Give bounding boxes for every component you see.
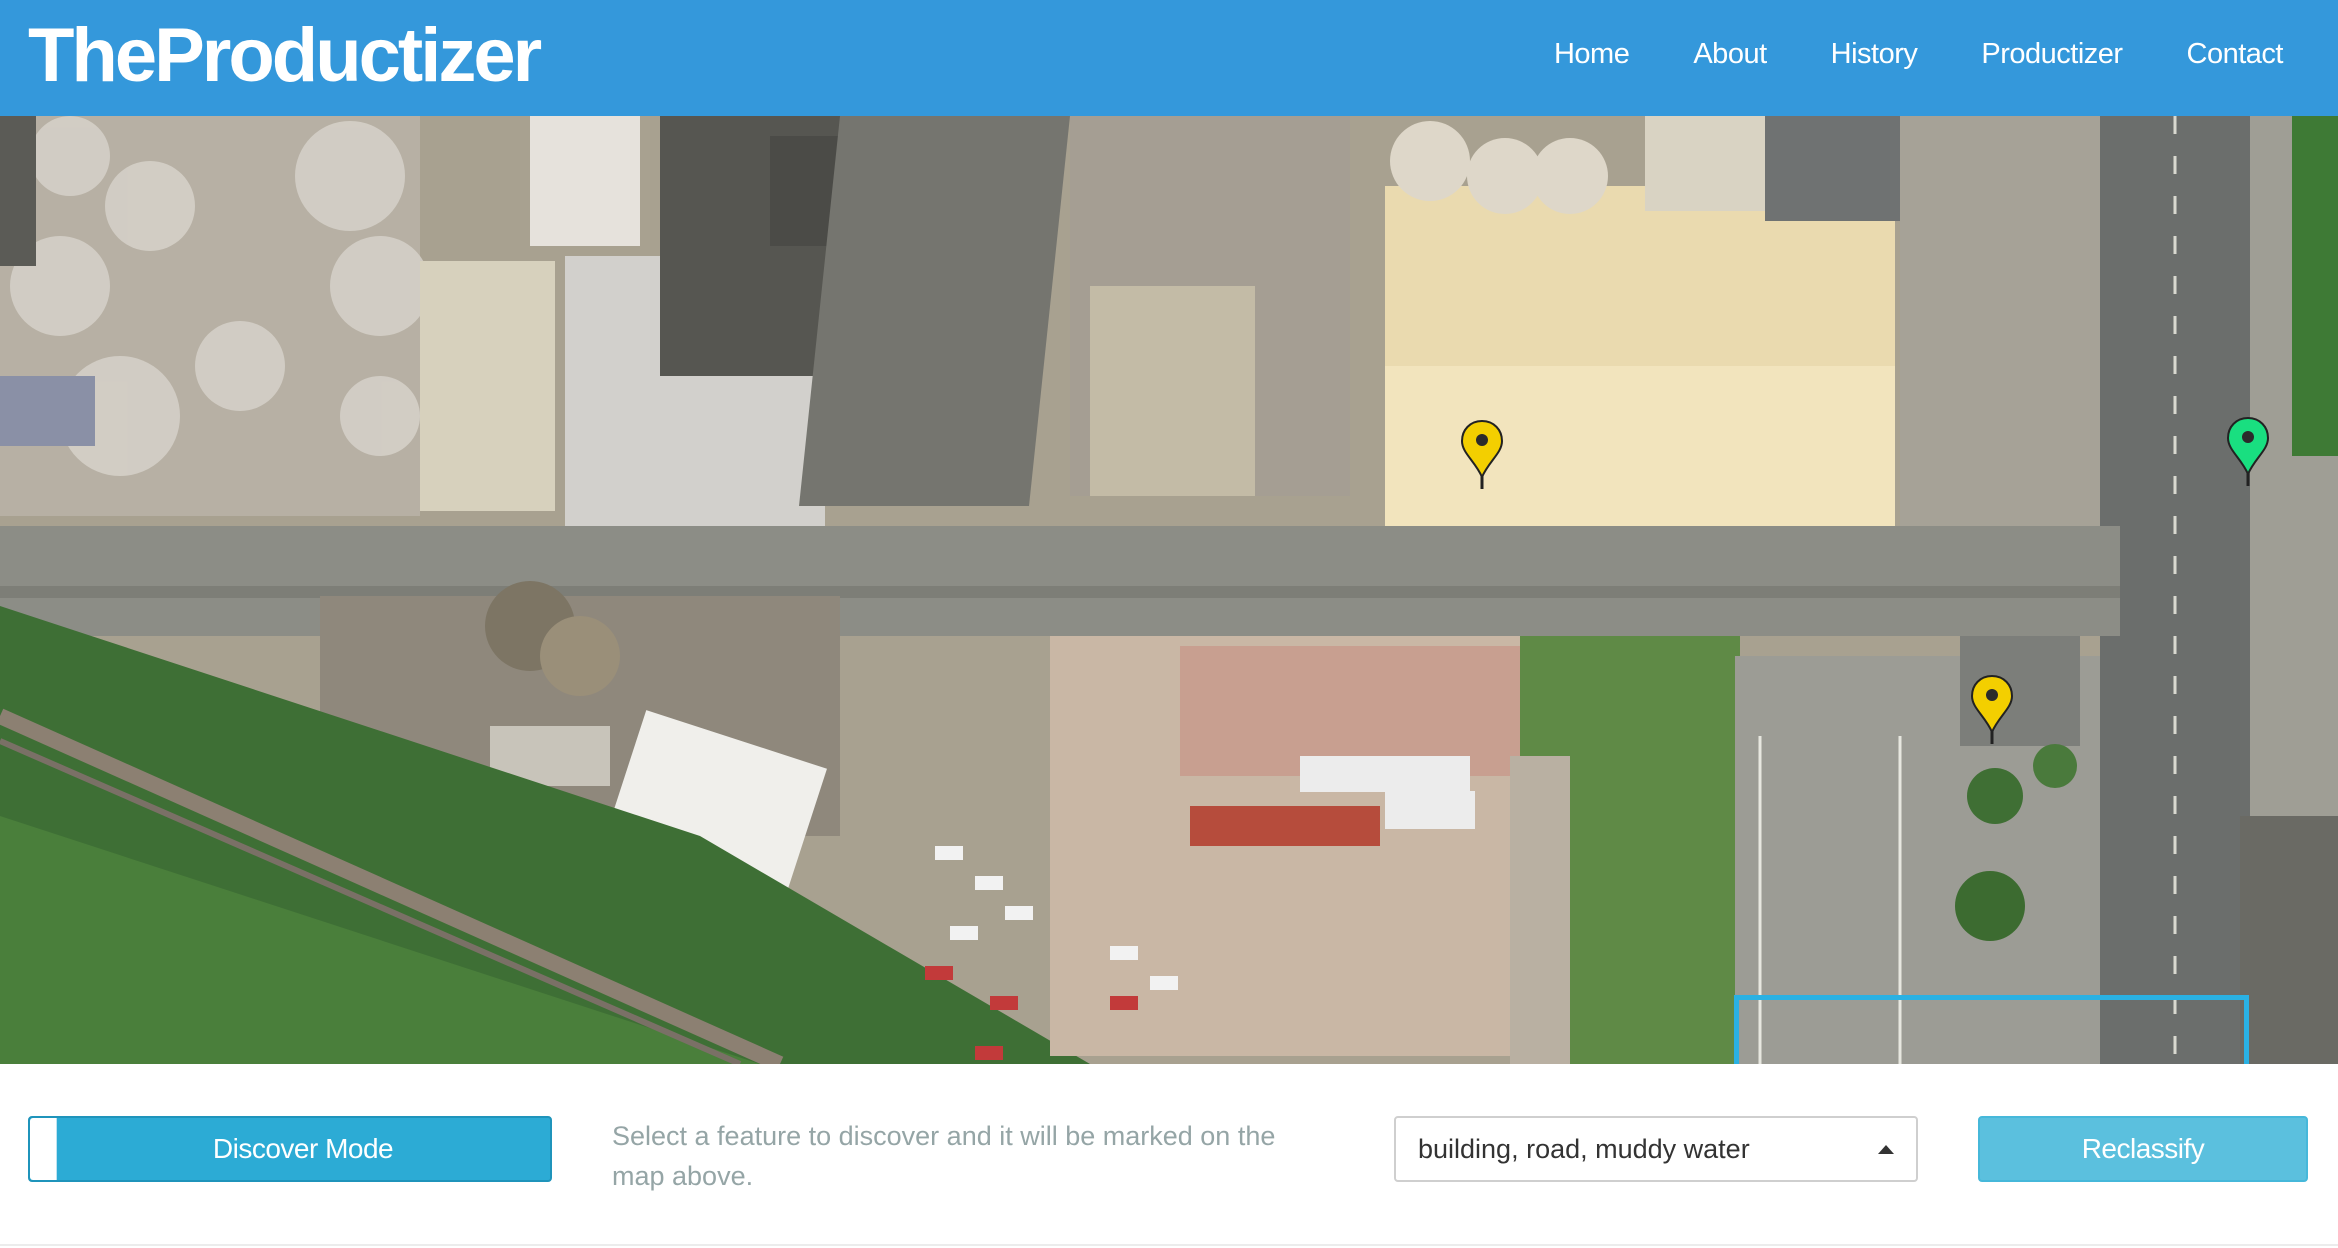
nav-contact[interactable]: Contact — [2187, 38, 2284, 71]
feature-select[interactable]: building, road, muddy water — [1394, 1116, 1918, 1182]
satellite-imagery — [0, 116, 2338, 1064]
nav-history[interactable]: History — [1831, 38, 1918, 71]
selection-box — [1734, 995, 2249, 1064]
nav-productizer[interactable]: Productizer — [1981, 38, 2123, 71]
nav-about[interactable]: About — [1693, 38, 1767, 71]
brand-logo[interactable]: TheProductizer — [28, 8, 542, 104]
yellow-marker-icon[interactable] — [1970, 674, 2014, 746]
navbar: TheProductizer Home About History Produc… — [0, 0, 2338, 116]
green-marker-icon[interactable] — [2226, 416, 2270, 488]
toggle-knob[interactable] — [30, 1118, 57, 1180]
satellite-map[interactable] — [0, 116, 2338, 1064]
discover-mode-toggle[interactable]: Discover Mode — [28, 1116, 552, 1182]
yellow-marker-icon[interactable] — [1460, 419, 1504, 491]
nav-home[interactable]: Home — [1554, 38, 1630, 71]
feature-select-value: building, road, muddy water — [1418, 1134, 1750, 1164]
toggle-label: Discover Mode — [212, 1133, 394, 1164]
divider — [0, 1244, 2338, 1246]
reclassify-button[interactable]: Reclassify — [1978, 1116, 2308, 1182]
caret-up-icon — [1878, 1145, 1894, 1154]
instruction-text: Select a feature to discover and it will… — [612, 1121, 1276, 1191]
main-nav: Home About History Productizer Contact — [1554, 0, 2338, 108]
